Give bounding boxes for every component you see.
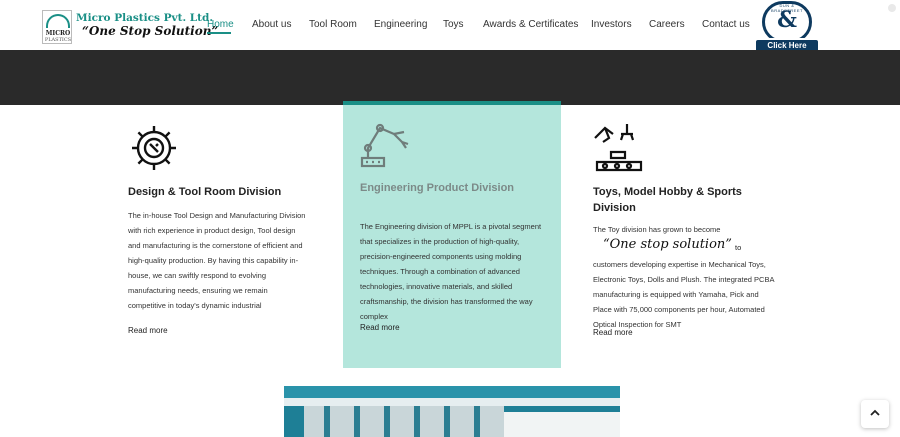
nav-careers[interactable]: Careers: [649, 19, 685, 30]
division-card-design-tool-room: Design & Tool Room Division The in-house…: [128, 122, 308, 335]
nav-about-us[interactable]: About us: [252, 19, 291, 30]
brand-logo[interactable]: MICRO PLASTICS Micro Plastics Pvt. Ltd. …: [42, 10, 218, 44]
nav-home[interactable]: Home: [207, 19, 234, 30]
division-title: Engineering Product Division: [360, 182, 515, 194]
robot-arm-icon: [360, 123, 409, 168]
corner-indicator: [888, 4, 896, 12]
hero-banner: [0, 50, 900, 105]
division-description-intro: The Toy division has grown to become: [593, 225, 721, 234]
scroll-to-top-button[interactable]: [861, 400, 889, 428]
site-header: MICRO PLASTICS Micro Plastics Pvt. Ltd. …: [0, 0, 900, 54]
facility-photo: [284, 386, 620, 437]
nav-tool-room[interactable]: Tool Room: [309, 19, 357, 30]
nav-contact-us[interactable]: Contact us: [702, 19, 750, 30]
division-description: customers developing expertise in Mechan…: [593, 260, 775, 329]
division-card-engineering: Engineering Product Division The Enginee…: [360, 118, 545, 332]
read-more-link[interactable]: Read more: [360, 323, 400, 332]
chevron-up-icon: [870, 405, 880, 421]
division-description: The in-house Tool Design and Manufacturi…: [128, 211, 306, 310]
read-more-link[interactable]: Read more: [593, 328, 633, 337]
logo-mark: MICRO PLASTICS: [42, 10, 72, 44]
brand-name: Micro Plastics Pvt. Ltd.: [76, 12, 213, 24]
dnb-badge[interactable]: DUN & BRADSTREET & Click Here: [754, 1, 820, 55]
division-description: The Engineering division of MPPL is a pi…: [360, 222, 542, 321]
logo-mark-subtext: PLASTICS: [44, 37, 72, 43]
nav-active-indicator: [207, 32, 231, 34]
nav-engineering[interactable]: Engineering: [374, 19, 427, 30]
division-description-to: to: [735, 243, 742, 252]
logo-mark-text: MICRO: [45, 30, 71, 37]
one-stop-solution-quote: “One stop solution”: [603, 237, 732, 252]
dnb-symbol: &: [777, 7, 797, 33]
nav-investors[interactable]: Investors: [591, 19, 632, 30]
division-title: Toys, Model Hobby & Sports Division: [593, 186, 742, 214]
nav-toys[interactable]: Toys: [443, 19, 464, 30]
read-more-link[interactable]: Read more: [128, 326, 168, 335]
card-top-accent: [343, 101, 561, 105]
division-title: Design & Tool Room Division: [128, 186, 282, 198]
nav-awards-certificates[interactable]: Awards & Certificates: [483, 19, 578, 30]
assembly-line-icon: [594, 124, 643, 172]
gear-wrench-icon: [132, 126, 176, 170]
brand-tagline: “One Stop Solution”: [82, 24, 219, 38]
division-card-toys: Toys, Model Hobby & Sports Division The …: [593, 122, 783, 337]
